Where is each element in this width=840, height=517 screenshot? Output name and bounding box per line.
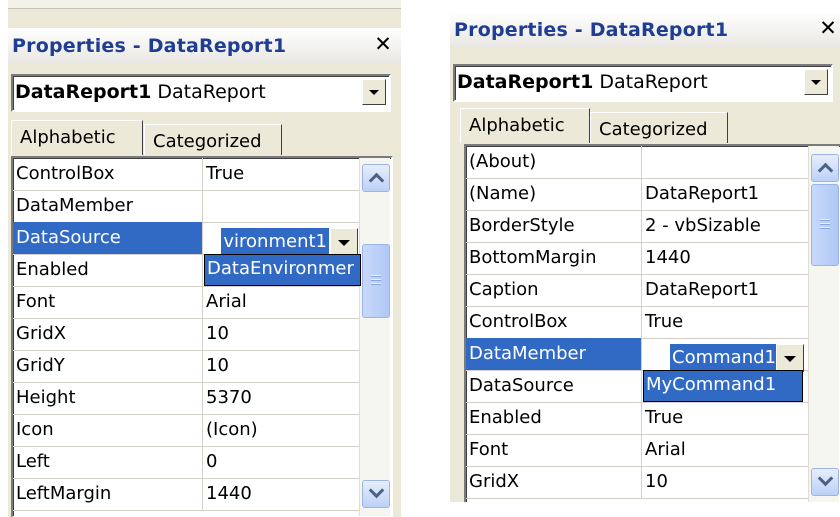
property-value[interactable]: DataReport1 (642, 178, 807, 210)
property-row-left[interactable]: Left 0 (13, 446, 359, 479)
property-name: Caption (466, 274, 642, 306)
scrollbar-vertical[interactable] (808, 146, 839, 502)
property-row-gridx[interactable]: GridX 10 (466, 466, 808, 499)
property-value[interactable]: 10 (203, 318, 358, 350)
property-value[interactable]: (Icon) (203, 414, 358, 446)
property-name: GridY (13, 350, 203, 382)
properties-window-right: Properties - DataReport1 ✕ DataReport1 D… (450, 12, 840, 502)
property-value[interactable]: 5370 (203, 382, 358, 414)
chevron-down-icon[interactable] (804, 69, 828, 95)
tab-categorized[interactable]: Categorized (144, 124, 282, 155)
datasource-edit-field[interactable]: vironment1 (205, 228, 331, 255)
property-row-borderstyle[interactable]: BorderStyle 2 - vbSizable (466, 210, 808, 243)
property-row-caption[interactable]: Caption DataReport1 (466, 274, 808, 307)
property-row-bottommargin[interactable]: BottomMargin 1440 (466, 242, 808, 275)
property-value[interactable] (203, 190, 358, 222)
tab-categorized[interactable]: Categorized (590, 112, 728, 143)
property-row-datamember[interactable]: DataMember (13, 190, 359, 223)
property-row-leftmargin[interactable]: LeftMargin 1440 (13, 478, 359, 511)
property-value[interactable]: DataReport1 (642, 274, 807, 306)
datasource-dropdown-item[interactable]: DataEnvironmer (204, 254, 361, 286)
title-bar: Properties - DataReport1 ✕ (450, 12, 840, 48)
property-row-font[interactable]: Font Arial (13, 286, 359, 319)
datamember-edit-value: Command1 (670, 344, 778, 371)
close-icon[interactable]: ✕ (371, 32, 395, 56)
property-value[interactable]: Arial (203, 286, 358, 318)
property-row-icon[interactable]: Icon (Icon) (13, 414, 359, 447)
window-title: Properties - DataReport1 (12, 35, 287, 57)
chevron-up-icon[interactable] (811, 154, 839, 182)
property-row-font[interactable]: Font Arial (466, 434, 808, 467)
property-name: BorderStyle (466, 210, 642, 242)
property-row-enabled[interactable]: Enabled True (466, 402, 808, 435)
chevron-down-icon[interactable] (330, 228, 358, 256)
property-value[interactable]: True (203, 158, 358, 190)
window-top-edge (8, 0, 401, 9)
property-grid: (About) (Name) DataReport1 BorderStyle 2 - v… (464, 144, 840, 502)
property-value[interactable]: 1440 (203, 478, 358, 510)
properties-window-left: Properties - DataReport1 ✕ DataReport1 D… (8, 0, 401, 517)
scrollbar-vertical[interactable] (359, 158, 390, 516)
property-name: (Name) (466, 178, 642, 210)
property-name: Icon (13, 414, 203, 446)
property-name: DataMember (466, 338, 642, 370)
chevron-down-icon[interactable] (776, 344, 804, 372)
scroll-thumb[interactable] (811, 184, 839, 266)
datamember-dropdown-item[interactable]: MyCommand1 (643, 370, 803, 402)
chevron-up-icon[interactable] (362, 164, 390, 192)
property-name: LeftMargin (13, 478, 203, 510)
property-row-height[interactable]: Height 5370 (13, 382, 359, 415)
datasource-edit-value: vironment1 (221, 228, 329, 255)
property-name: DataSource (466, 370, 642, 402)
property-value[interactable]: True (642, 402, 807, 434)
close-icon[interactable]: ✕ (816, 16, 840, 40)
property-name: (About) (466, 146, 642, 178)
property-name: Enabled (466, 402, 642, 434)
tab-alphabetic[interactable]: Alphabetic (11, 120, 143, 155)
property-value[interactable]: Arial (642, 434, 807, 466)
property-name: ControlBox (13, 158, 203, 190)
property-name: DataMember (13, 190, 203, 222)
property-row-controlbox[interactable]: ControlBox True (466, 306, 808, 339)
property-value[interactable]: 10 (642, 466, 807, 498)
property-row-gridy[interactable]: GridY 10 (13, 350, 359, 383)
property-grid: ControlBox True DataMember DataSource Enable… (11, 156, 393, 517)
property-name: Enabled (13, 254, 203, 286)
object-selector-text: DataReport1 DataReport (457, 71, 708, 93)
property-row-controlbox[interactable]: ControlBox True (13, 158, 359, 191)
property-name: Left (13, 446, 203, 478)
property-value[interactable]: True (642, 306, 807, 338)
scroll-thumb[interactable] (362, 244, 390, 318)
window-title: Properties - DataReport1 (454, 19, 729, 41)
object-selector-text: DataReport1 DataReport (15, 81, 266, 103)
property-value[interactable]: 1440 (642, 242, 807, 274)
property-value[interactable]: 2 - vbSizable (642, 210, 807, 242)
property-row-about[interactable]: (About) (466, 146, 808, 179)
property-row-gridx[interactable]: GridX 10 (13, 318, 359, 351)
property-name: Height (13, 382, 203, 414)
property-name: GridX (13, 318, 203, 350)
object-selector[interactable]: DataReport1 DataReport (453, 64, 833, 102)
property-name: GridX (466, 466, 642, 498)
property-value[interactable]: 10 (203, 350, 358, 382)
property-name: BottomMargin (466, 242, 642, 274)
chevron-down-icon[interactable] (811, 468, 839, 496)
property-name: ControlBox (466, 306, 642, 338)
property-name: Font (13, 286, 203, 318)
property-value[interactable] (642, 146, 807, 178)
object-selector[interactable]: DataReport1 DataReport (11, 74, 391, 112)
property-name: Font (466, 434, 642, 466)
property-row-name[interactable]: (Name) DataReport1 (466, 178, 808, 211)
chevron-down-icon[interactable] (362, 79, 386, 105)
datamember-edit-field[interactable]: Command1 (644, 344, 780, 371)
title-bar: Properties - DataReport1 ✕ (8, 28, 401, 64)
tab-alphabetic[interactable]: Alphabetic (460, 108, 590, 143)
property-name: DataSource (13, 222, 203, 254)
property-value[interactable]: 0 (203, 446, 358, 478)
chevron-down-icon[interactable] (362, 480, 390, 508)
